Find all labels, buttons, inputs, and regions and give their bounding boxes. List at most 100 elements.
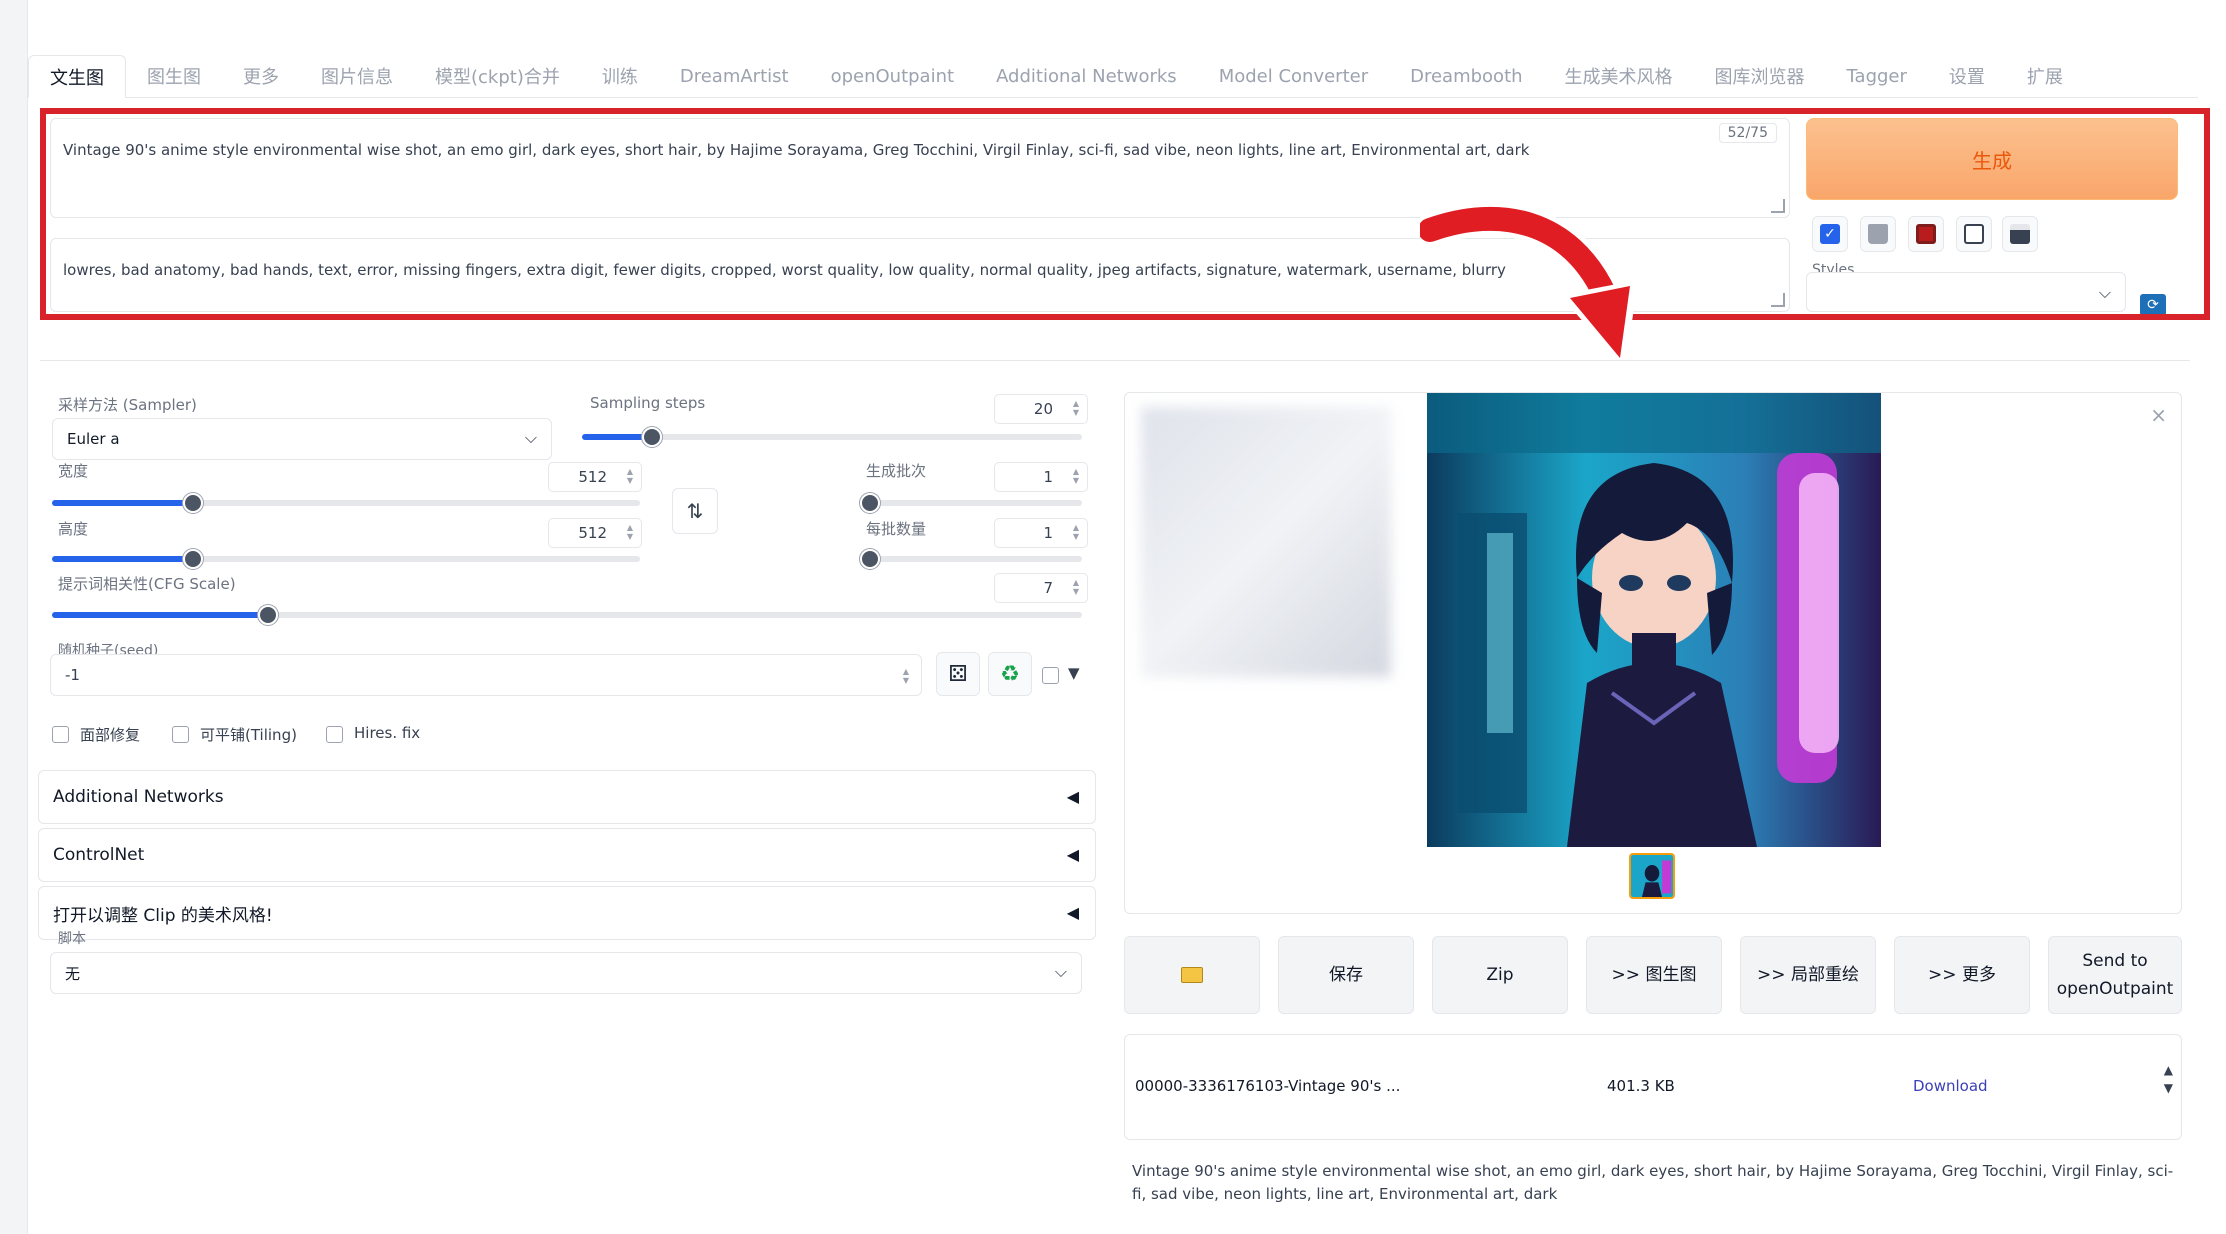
slider-fill	[52, 612, 269, 618]
download-link[interactable]: Download	[1913, 1077, 1988, 1095]
sampling-steps-slider[interactable]	[582, 427, 1082, 447]
sampler-label: 采样方法 (Sampler)	[58, 396, 197, 414]
file-download-box: 00000-3336176103-Vintage 90's ... 401.3 …	[1124, 1034, 2182, 1140]
reuse-seed-button[interactable]: ♻	[988, 652, 1032, 696]
expand-triangle-icon[interactable]: ▼	[1068, 664, 1080, 682]
tab-txt2img[interactable]: 文生图	[28, 55, 126, 98]
cfg-scale-slider[interactable]	[52, 605, 1082, 625]
stepper-icon[interactable]: ▲ ▼	[903, 667, 909, 685]
tab-bar: 文生图 图生图 更多 图片信息 模型(ckpt)合并 训练 DreamArtis…	[28, 55, 2198, 98]
sampler-dropdown[interactable]: Euler a ⌵	[52, 418, 552, 460]
tab-art-style[interactable]: 生成美术风格	[1544, 55, 1694, 97]
swap-icon: ⇅	[686, 499, 704, 523]
cfg-scale-input[interactable]: 7 ▲ ▼	[994, 573, 1088, 603]
dice-icon: ⚄	[948, 661, 968, 687]
batch-size-value: 1	[1043, 524, 1053, 542]
tab-settings[interactable]: 设置	[1928, 55, 2006, 97]
random-seed-button[interactable]: ⚄	[936, 652, 980, 696]
tab-dreamartist[interactable]: DreamArtist	[659, 55, 810, 97]
batch-count-value: 1	[1043, 468, 1053, 486]
batch-count-slider[interactable]	[860, 493, 1082, 513]
height-label: 高度	[58, 520, 89, 538]
width-input[interactable]: 512 ▲ ▼	[548, 462, 642, 492]
swap-dimensions-button[interactable]: ⇅	[672, 488, 718, 534]
cfg-scale-label: 提示词相关性(CFG Scale)	[58, 575, 236, 593]
sampling-steps-label: Sampling steps	[590, 394, 706, 412]
width-slider[interactable]	[52, 493, 640, 513]
slider-thumb[interactable]	[183, 549, 204, 569]
height-input[interactable]: 512 ▲ ▼	[548, 518, 642, 548]
seed-input[interactable]: -1 ▲ ▼	[50, 654, 922, 696]
collapse-triangle-icon: ◀	[1066, 903, 1079, 922]
hires-fix-checkbox[interactable]	[326, 726, 343, 743]
stepper-icon[interactable]: ▲ ▼	[1073, 523, 1079, 541]
file-name: 00000-3336176103-Vintage 90's ...	[1135, 1077, 1401, 1095]
batch-size-label: 每批数量	[866, 520, 927, 538]
slider-thumb[interactable]	[860, 493, 880, 513]
width-label: 宽度	[58, 462, 89, 480]
batch-count-input[interactable]: 1 ▲ ▼	[994, 462, 1088, 492]
tab-extras[interactable]: 更多	[222, 55, 300, 97]
additional-networks-accordion[interactable]: Additional Networks ◀	[38, 770, 1096, 824]
sampling-steps-value: 20	[1033, 400, 1053, 418]
blurred-preview	[1141, 407, 1391, 677]
collapse-triangle-icon: ◀	[1066, 845, 1079, 864]
send-to-img2img-button[interactable]: >> 图生图	[1586, 936, 1722, 1014]
chevron-down-icon: ⌵	[1054, 962, 1067, 981]
send-to-extras-button[interactable]: >> 更多	[1894, 936, 2030, 1014]
slider-fill	[52, 500, 194, 506]
thumbnail-image[interactable]	[1629, 853, 1675, 899]
clip-style-accordion[interactable]: 打开以调整 Clip 的美术风格! ◀	[38, 886, 1096, 940]
send-to-openoutpaint-button[interactable]: Send to openOutpaint	[2048, 936, 2182, 1014]
controlnet-accordion[interactable]: ControlNet ◀	[38, 828, 1096, 882]
tiling-checkbox[interactable]	[172, 726, 189, 743]
stepper-icon[interactable]: ▲ ▼	[627, 467, 633, 485]
tab-openoutpaint[interactable]: openOutpaint	[810, 55, 975, 97]
divider	[40, 360, 2190, 361]
scroll-arrows-icon[interactable]: ▲ ▼	[2164, 1061, 2173, 1097]
zip-button[interactable]: Zip	[1432, 936, 1568, 1014]
script-label: 脚本	[58, 931, 86, 947]
tab-dreambooth[interactable]: Dreambooth	[1389, 55, 1543, 97]
face-restore-label: 面部修复	[80, 726, 141, 744]
slider-thumb[interactable]	[258, 605, 279, 625]
width-value: 512	[578, 468, 607, 486]
tab-train[interactable]: 训练	[581, 55, 659, 97]
height-slider[interactable]	[52, 549, 640, 569]
send-to-inpaint-button[interactable]: >> 局部重绘	[1740, 936, 1876, 1014]
slider-thumb[interactable]	[860, 549, 880, 569]
tab-tagger[interactable]: Tagger	[1826, 55, 1928, 97]
tab-model-converter[interactable]: Model Converter	[1198, 55, 1389, 97]
generated-image[interactable]	[1427, 393, 1881, 847]
output-gallery: ×	[1124, 392, 2182, 914]
batch-size-input[interactable]: 1 ▲ ▼	[994, 518, 1088, 548]
face-restore-checkbox[interactable]	[52, 726, 69, 743]
left-edge	[0, 0, 28, 1234]
tab-png-info[interactable]: 图片信息	[300, 55, 414, 97]
tab-image-browser[interactable]: 图库浏览器	[1694, 55, 1826, 97]
chevron-down-icon: ⌵	[524, 428, 537, 447]
close-icon[interactable]: ×	[2150, 403, 2167, 427]
tab-img2img[interactable]: 图生图	[126, 55, 222, 97]
collapse-triangle-icon: ◀	[1066, 787, 1079, 806]
open-folder-button[interactable]	[1124, 936, 1260, 1014]
sampling-steps-input[interactable]: 20 ▲ ▼	[994, 394, 1088, 424]
hires-fix-label: Hires. fix	[354, 724, 421, 742]
tab-additional-networks[interactable]: Additional Networks	[975, 55, 1198, 97]
script-value: 无	[65, 964, 81, 983]
stepper-icon[interactable]: ▲ ▼	[1073, 467, 1079, 485]
tab-checkpoint-merger[interactable]: 模型(ckpt)合并	[414, 55, 581, 97]
batch-size-slider[interactable]	[860, 549, 1082, 569]
script-dropdown[interactable]: 无 ⌵	[50, 952, 1082, 994]
file-size: 401.3 KB	[1607, 1077, 1675, 1095]
extra-seed-checkbox[interactable]	[1042, 667, 1059, 684]
tab-extensions[interactable]: 扩展	[2006, 55, 2084, 97]
stepper-icon[interactable]: ▲ ▼	[1073, 578, 1079, 596]
stepper-icon[interactable]: ▲ ▼	[1073, 399, 1079, 417]
stepper-icon[interactable]: ▲ ▼	[627, 523, 633, 541]
save-button[interactable]: 保存	[1278, 936, 1414, 1014]
highlight-box	[40, 108, 2210, 320]
slider-thumb[interactable]	[183, 493, 204, 513]
slider-thumb[interactable]	[642, 427, 662, 447]
slider-fill	[52, 556, 194, 562]
